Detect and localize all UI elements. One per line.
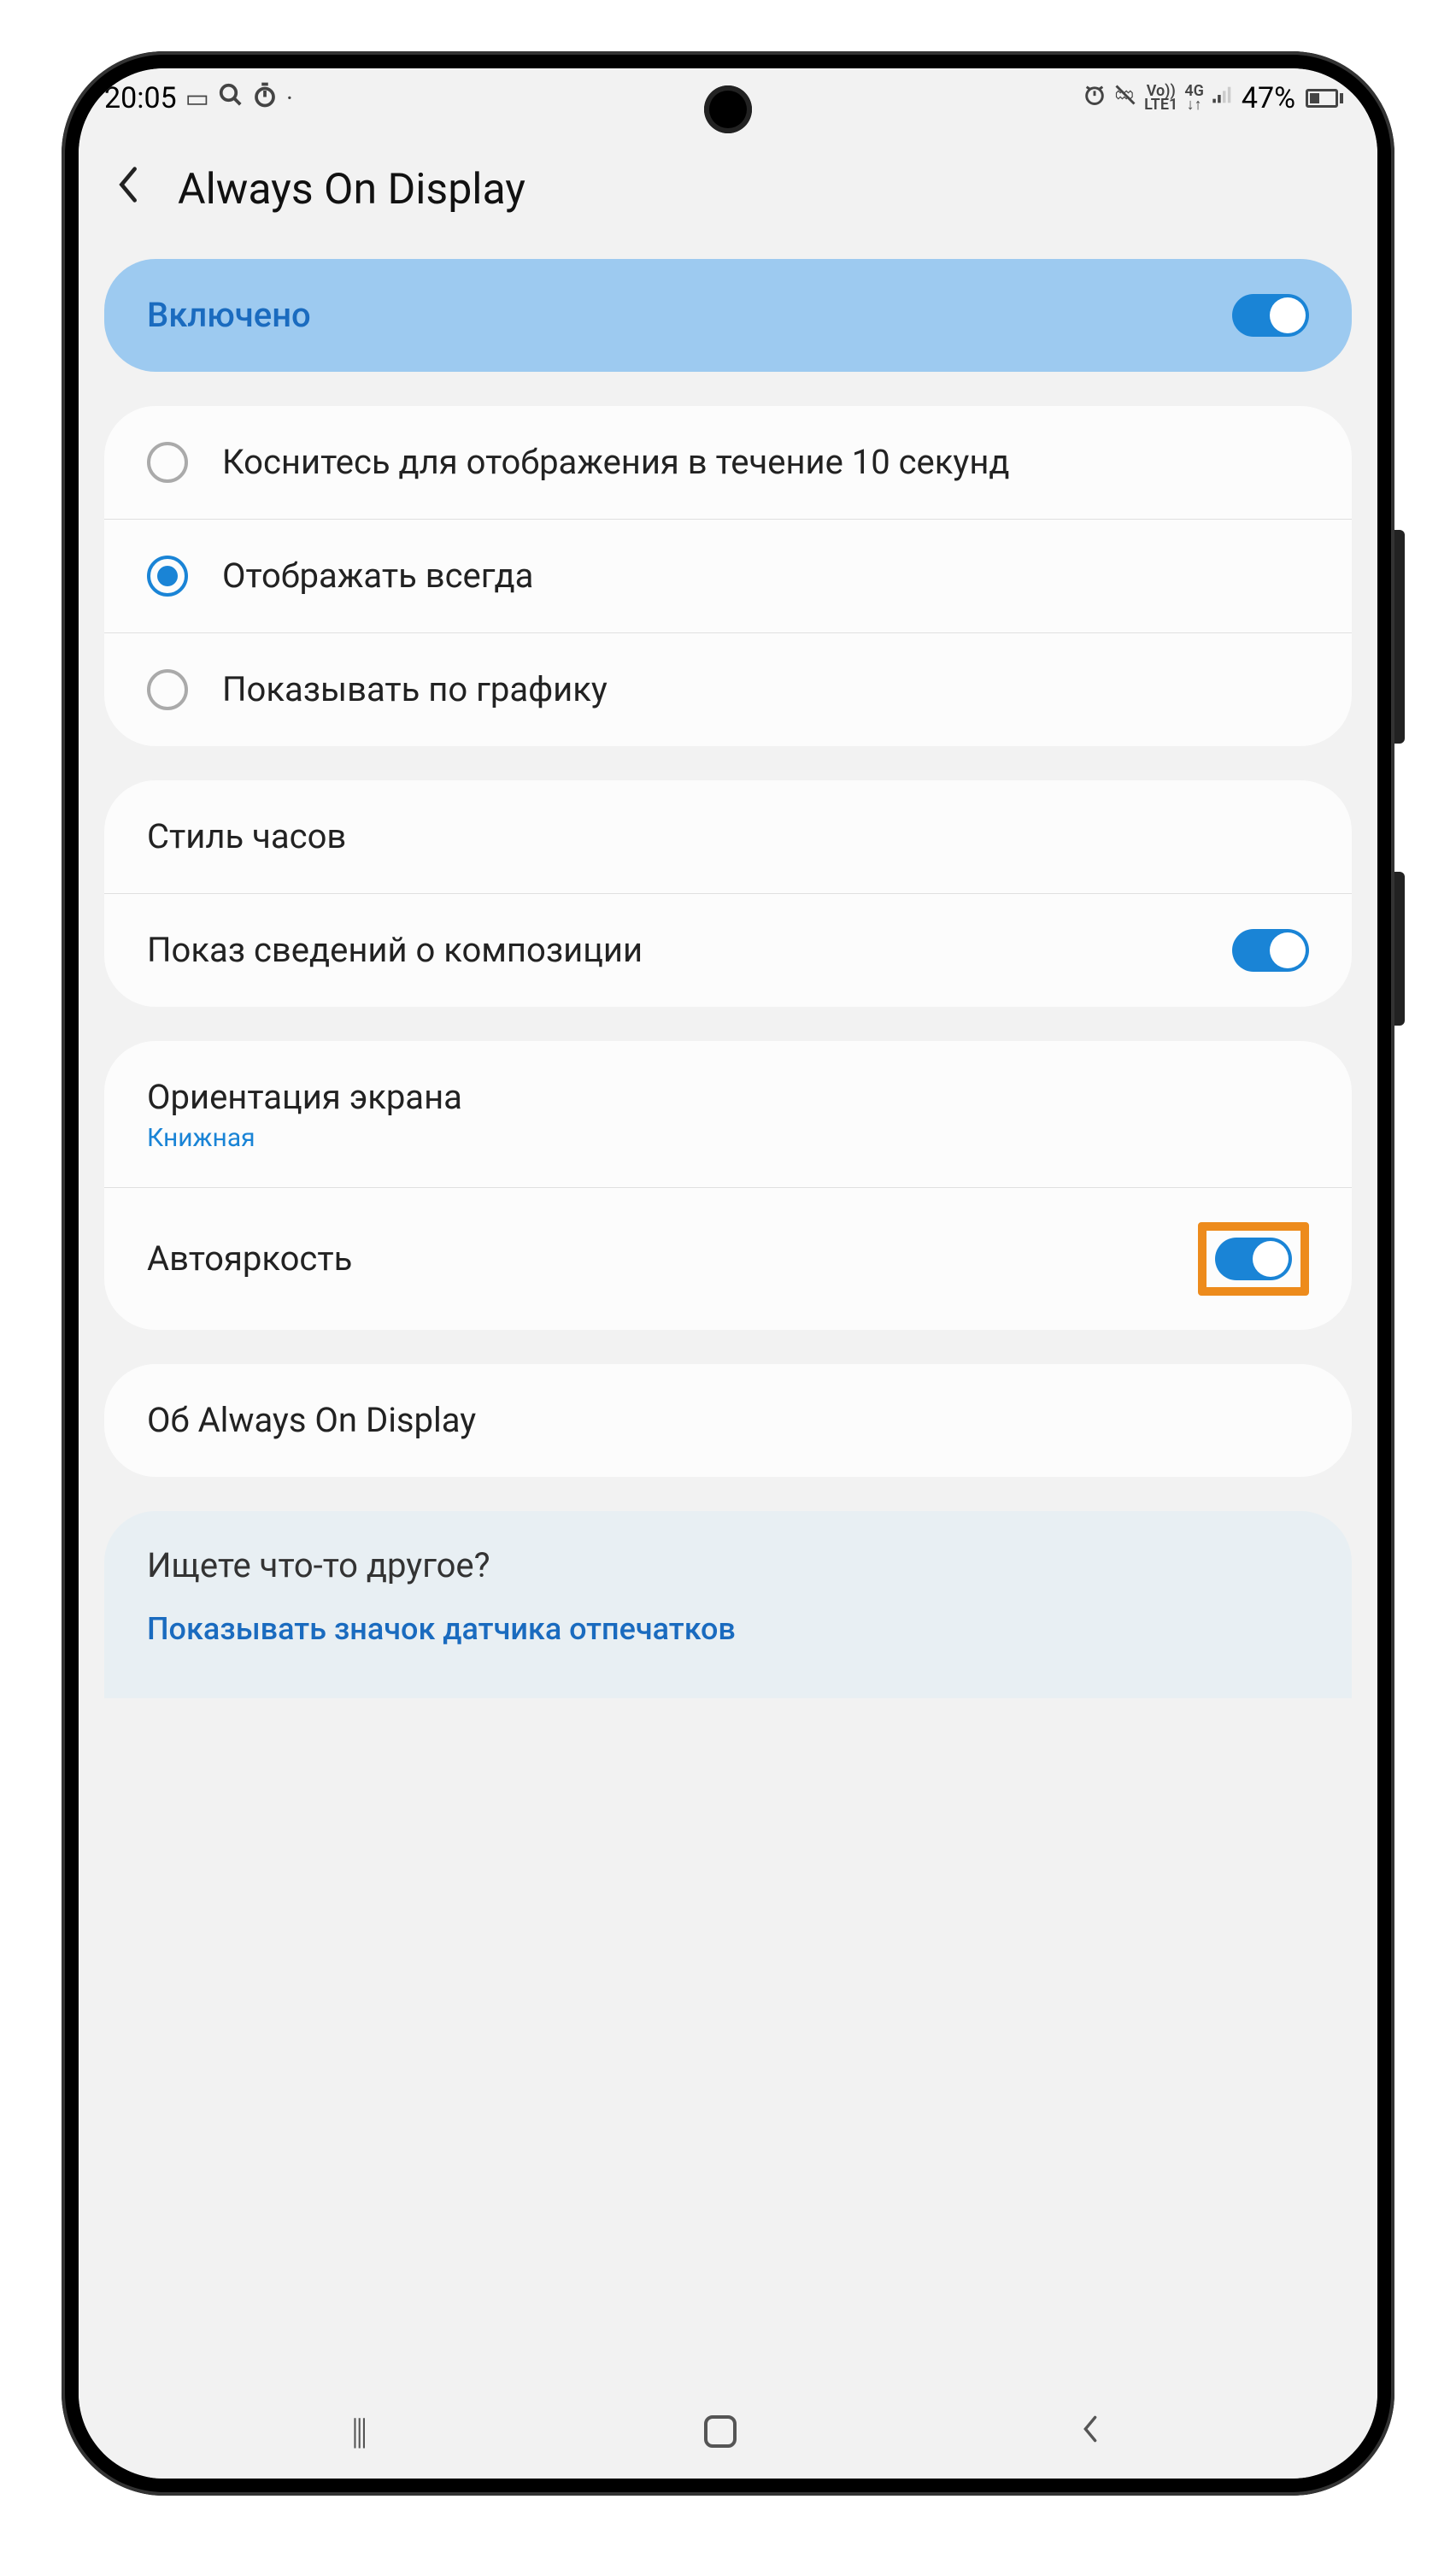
- radio-option-tap-to-show[interactable]: Коснитесь для отображения в течение 10 с…: [104, 406, 1352, 520]
- radio-option-always-show[interactable]: Отображать всегда: [104, 520, 1352, 633]
- clock-style-row[interactable]: Стиль часов: [104, 780, 1352, 894]
- music-info-toggle[interactable]: [1232, 929, 1309, 972]
- music-info-label: Показ сведений о композиции: [147, 928, 1232, 973]
- status-time: 20:05: [104, 81, 177, 115]
- radio-label: Показывать по графику: [222, 667, 1309, 712]
- nav-back-icon[interactable]: [1076, 2411, 1105, 2453]
- stopwatch-icon: [252, 82, 278, 115]
- radio-icon: [147, 556, 188, 597]
- about-label: Об Always On Display: [147, 1398, 1309, 1443]
- footer-link[interactable]: Показывать значок датчика отпечатков: [147, 1611, 1309, 1647]
- music-info-row[interactable]: Показ сведений о композиции: [104, 894, 1352, 1007]
- phone-side-button: [1394, 872, 1405, 1026]
- image-icon: ▭: [185, 84, 209, 114]
- clock-style-label: Стиль часов: [147, 814, 1309, 859]
- phone-side-button: [1394, 530, 1405, 744]
- nav-home-icon[interactable]: [704, 2415, 737, 2448]
- back-icon[interactable]: [104, 154, 152, 225]
- radio-icon: [147, 669, 188, 710]
- phone-frame: 20:05 ▭ · Vo)) LTE1: [62, 51, 1394, 2496]
- main-toggle-label: Включено: [147, 293, 1232, 338]
- vibrate-icon: [1113, 83, 1137, 114]
- radio-label: Отображать всегда: [222, 554, 1309, 598]
- battery-icon: [1302, 89, 1343, 108]
- main-toggle-card[interactable]: Включено: [104, 259, 1352, 372]
- radio-icon: [147, 442, 188, 483]
- battery-percent: 47%: [1242, 81, 1295, 115]
- nav-recent-icon[interactable]: |||: [351, 2411, 365, 2453]
- search-icon: [218, 82, 244, 115]
- footer-title: Ищете что-то другое?: [147, 1545, 1309, 1585]
- signal-icon: [1211, 83, 1235, 114]
- dot-icon: ·: [286, 84, 293, 114]
- page-title: Always On Display: [178, 165, 525, 215]
- radio-label: Коснитесь для отображения в течение 10 с…: [222, 440, 1309, 485]
- volte-icon: Vo)) LTE1: [1144, 85, 1177, 112]
- screen: 20:05 ▭ · Vo)) LTE1: [79, 68, 1377, 2479]
- display-mode-card: Коснитесь для отображения в течение 10 с…: [104, 406, 1352, 746]
- auto-brightness-toggle[interactable]: [1215, 1238, 1292, 1280]
- screen-card: Ориентация экрана Книжная Автояркость: [104, 1041, 1352, 1330]
- clock-card: Стиль часов Показ сведений о композиции: [104, 780, 1352, 1007]
- main-toggle-switch[interactable]: [1232, 294, 1309, 337]
- status-right: Vo)) LTE1 4G ↓↑ 47%: [1083, 81, 1343, 115]
- network-icon: 4G ↓↑: [1184, 85, 1204, 112]
- header: Always On Display: [79, 128, 1377, 259]
- nav-bar: |||: [79, 2385, 1377, 2479]
- orientation-value: Книжная: [147, 1123, 1309, 1153]
- radio-option-schedule[interactable]: Показывать по графику: [104, 633, 1352, 746]
- highlight-box: [1198, 1222, 1309, 1296]
- alarm-icon: [1083, 83, 1107, 114]
- footer-card: Ищете что-то другое? Показывать значок д…: [104, 1511, 1352, 1698]
- orientation-label: Ориентация экрана: [147, 1075, 1309, 1120]
- content: Включено Коснитесь для отображения в теч…: [79, 259, 1377, 1698]
- camera-notch: [704, 85, 752, 133]
- about-card[interactable]: Об Always On Display: [104, 1364, 1352, 1477]
- orientation-row[interactable]: Ориентация экрана Книжная: [104, 1041, 1352, 1188]
- auto-brightness-row[interactable]: Автояркость: [104, 1188, 1352, 1330]
- auto-brightness-label: Автояркость: [147, 1237, 1198, 1281]
- status-left: 20:05 ▭ ·: [104, 81, 293, 115]
